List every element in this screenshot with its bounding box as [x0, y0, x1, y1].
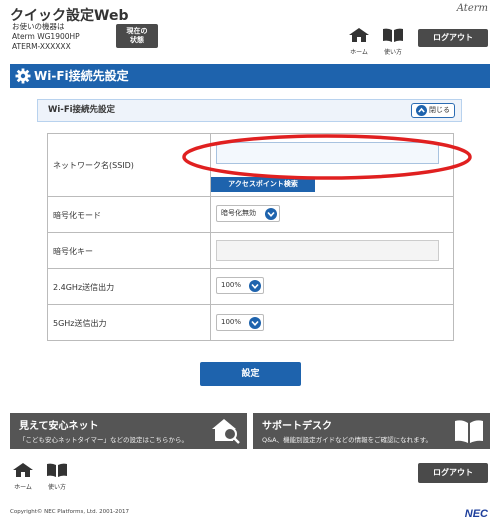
book-icon: [383, 28, 403, 42]
gear-icon: [15, 68, 31, 84]
support-desk-banner[interactable]: サポートデスク Q&A、機能別設定ガイドなどの情報をご確認になれます。: [253, 413, 490, 449]
manual-button[interactable]: 使い方: [380, 27, 406, 56]
book-icon: [47, 463, 67, 477]
footer-logout-button[interactable]: ログアウト: [418, 463, 488, 483]
current-status-button[interactable]: 現在の 状態: [116, 24, 158, 48]
status-button-line1: 現在の: [126, 27, 148, 35]
copyright: Copyright© NEC Platforms, Ltd. 2001-2017: [10, 509, 130, 515]
manual-label: 使い方: [383, 49, 402, 56]
home-icon: [13, 463, 33, 477]
device-model: Aterm WG1900HP: [12, 32, 80, 41]
close-label: 閉じる: [429, 106, 450, 114]
chevron-down-icon: [249, 280, 261, 292]
chevron-up-icon: [416, 105, 427, 116]
power-24ghz-select[interactable]: 100%: [216, 277, 264, 294]
safety-net-banner[interactable]: 見えて安心ネット 「こども安心ネットタイマー」などの設定はこちらから。: [10, 413, 247, 449]
home-icon: [349, 28, 369, 42]
safety-net-desc: 「こども安心ネットタイマー」などの設定はこちらから。: [19, 436, 188, 444]
device-ssid: ATERM-XXXXXX: [12, 42, 71, 51]
power-5ghz-select[interactable]: 100%: [216, 314, 264, 331]
aterm-logo: Aterm: [456, 3, 488, 14]
power-24ghz-value: 100%: [221, 281, 242, 289]
power-5ghz-label: 5GHz送信出力: [53, 319, 107, 328]
footer-home-label: ホーム: [14, 484, 32, 491]
highlight-ellipse: [182, 134, 472, 180]
encryption-mode-select[interactable]: 暗号化無効: [216, 205, 280, 222]
panel-header: Wi-Fi接続先設定 閉じる: [37, 99, 462, 122]
encryption-key-label: 暗号化キー: [53, 247, 93, 256]
panel-title: Wi-Fi接続先設定: [48, 105, 116, 115]
book-icon: [455, 420, 483, 443]
nec-logo: NEC: [464, 508, 488, 520]
encryption-mode-value: 暗号化無効: [221, 209, 256, 217]
chevron-down-icon: [265, 208, 277, 220]
section-title-bar: Wi-Fi接続先設定: [10, 64, 490, 88]
home-label: ホーム: [350, 49, 368, 56]
home-search-icon: [212, 419, 240, 444]
ssid-label: ネットワーク名(SSID): [53, 161, 134, 170]
encryption-key-input[interactable]: [216, 240, 439, 261]
encryption-mode-label: 暗号化モード: [53, 211, 101, 220]
device-info: お使いの機器は Aterm WG1900HP ATERM-XXXXXX: [12, 22, 80, 52]
submit-button[interactable]: 設定: [200, 362, 301, 386]
logout-button[interactable]: ログアウト: [418, 29, 488, 47]
device-info-label: お使いの機器は: [12, 22, 65, 31]
chevron-down-icon: [249, 317, 261, 329]
power-24ghz-label: 2.4GHz送信出力: [53, 283, 115, 292]
footer-manual-label: 使い方: [47, 484, 66, 491]
support-desk-title: サポートデスク: [262, 421, 332, 432]
header: クイック設定Web お使いの機器は Aterm WG1900HP ATERM-X…: [0, 0, 500, 58]
footer-manual-button[interactable]: 使い方: [46, 462, 68, 491]
footer-home-button[interactable]: ホーム: [12, 462, 34, 491]
safety-net-title: 見えて安心ネット: [19, 421, 99, 432]
close-panel-button[interactable]: 閉じる: [411, 103, 455, 118]
power-5ghz-value: 100%: [221, 318, 242, 326]
home-button[interactable]: ホーム: [348, 27, 370, 56]
support-desk-desc: Q&A、機能別設定ガイドなどの情報をご確認になれます。: [262, 436, 432, 444]
status-button-line2: 状態: [130, 36, 144, 44]
section-title: Wi-Fi接続先設定: [34, 69, 129, 83]
